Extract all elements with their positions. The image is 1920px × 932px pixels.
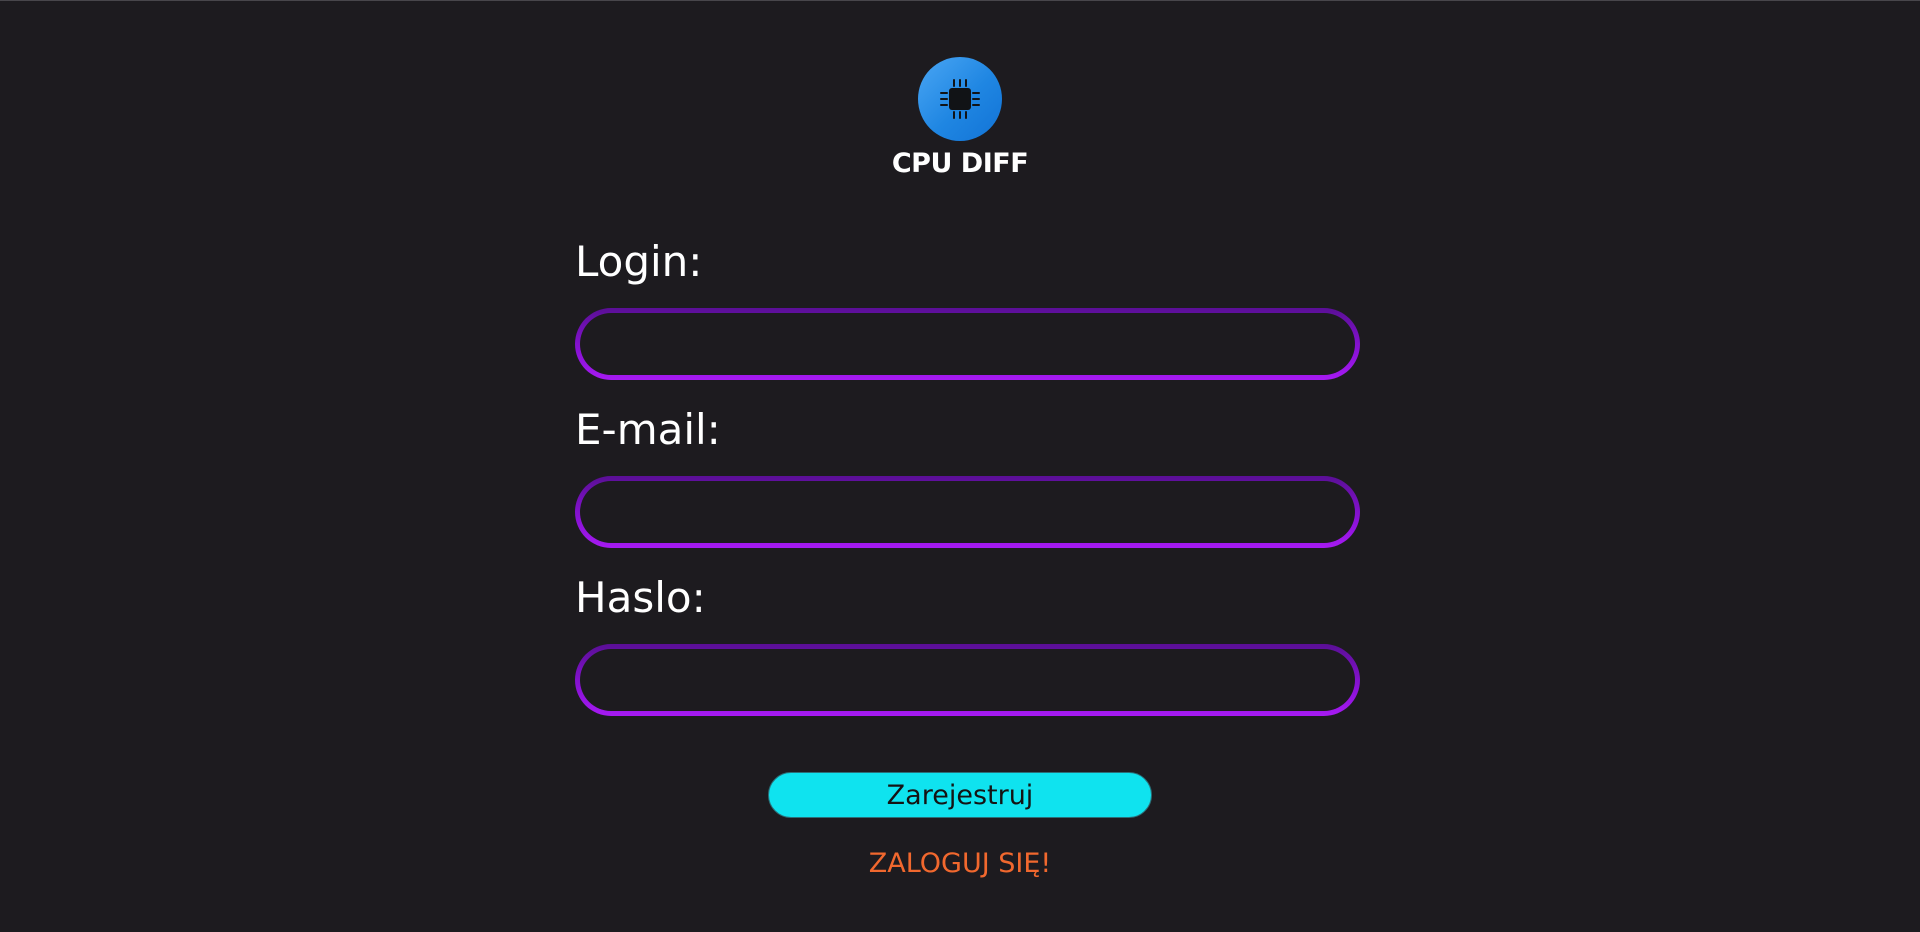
login-link-container: ZALOGUJ SIĘ! xyxy=(0,846,1920,882)
submit-container: Zarejestruj xyxy=(0,772,1920,818)
top-border xyxy=(0,0,1920,1)
login-label: Login: xyxy=(575,237,703,286)
register-form: Login: E-mail: Haslo: xyxy=(575,234,1360,738)
email-input[interactable] xyxy=(575,476,1360,548)
email-label: E-mail: xyxy=(575,405,721,454)
brand-name: CPU DIFF xyxy=(891,148,1029,179)
brand-logo: CPU DIFF xyxy=(0,57,1920,179)
password-input[interactable] xyxy=(575,644,1360,716)
register-button[interactable]: Zarejestruj xyxy=(768,772,1152,818)
password-label: Haslo: xyxy=(575,573,706,622)
login-input[interactable] xyxy=(575,308,1360,380)
login-link[interactable]: ZALOGUJ SIĘ! xyxy=(869,848,1052,879)
cpu-chip-icon xyxy=(918,57,1002,141)
